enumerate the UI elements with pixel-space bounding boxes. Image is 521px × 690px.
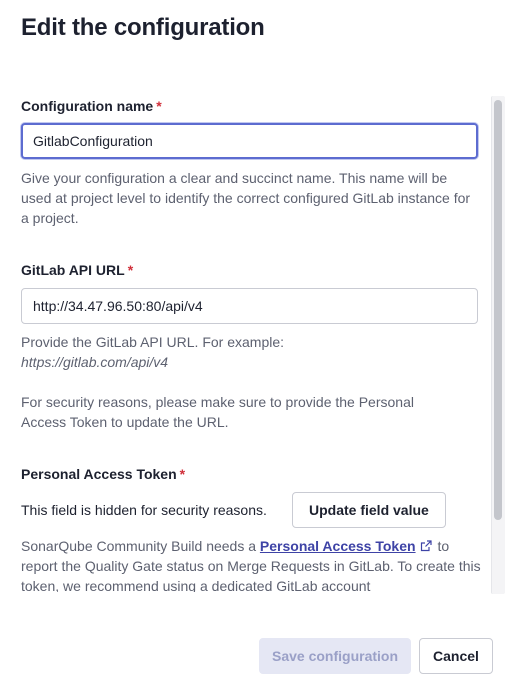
token-label: Personal Access Token * xyxy=(21,466,185,482)
api-url-example: https://gitlab.com/api/v4 xyxy=(21,354,169,370)
scrollbar-thumb[interactable] xyxy=(494,100,502,520)
token-label-text: Personal Access Token xyxy=(21,466,177,482)
api-url-help-text: Provide the GitLab API URL. For example: xyxy=(21,334,285,350)
api-url-security-note: For security reasons, please make sure t… xyxy=(21,394,414,430)
token-help: SonarQube Community Build needs a Person… xyxy=(21,536,481,592)
update-field-value-button[interactable]: Update field value xyxy=(292,492,446,528)
token-hidden-text: This field is hidden for security reason… xyxy=(21,502,267,518)
config-name-value: GitlabConfiguration xyxy=(33,133,153,149)
api-url-help: Provide the GitLab API URL. For example:… xyxy=(21,332,481,372)
config-name-input[interactable]: GitlabConfiguration xyxy=(21,123,478,159)
api-url-value: http://34.47.96.50:80/api/v4 xyxy=(33,298,203,314)
required-mark: * xyxy=(127,262,134,278)
config-name-help: Give your configuration a clear and succ… xyxy=(21,170,471,226)
cancel-button[interactable]: Cancel xyxy=(419,638,493,674)
personal-access-token-link-text: Personal Access Token xyxy=(259,538,416,554)
token-help-prefix: SonarQube Community Build needs a xyxy=(21,538,260,554)
required-mark: * xyxy=(156,98,162,114)
api-url-input[interactable]: http://34.47.96.50:80/api/v4 xyxy=(21,288,478,324)
config-name-label: Configuration name * xyxy=(21,98,162,114)
required-mark: * xyxy=(179,466,186,482)
api-url-label: GitLab API URL * xyxy=(21,262,133,278)
form-scroll-area[interactable]: Configuration name * GitlabConfiguration … xyxy=(0,92,521,592)
personal-access-token-link[interactable]: Personal Access Token xyxy=(260,538,416,554)
external-link-icon[interactable] xyxy=(420,540,432,552)
dialog-title: Edit the configuration xyxy=(21,14,265,41)
save-configuration-button[interactable]: Save configuration xyxy=(259,638,411,674)
config-name-label-text: Configuration name xyxy=(21,98,154,114)
api-url-label-text: GitLab API URL xyxy=(21,262,125,278)
